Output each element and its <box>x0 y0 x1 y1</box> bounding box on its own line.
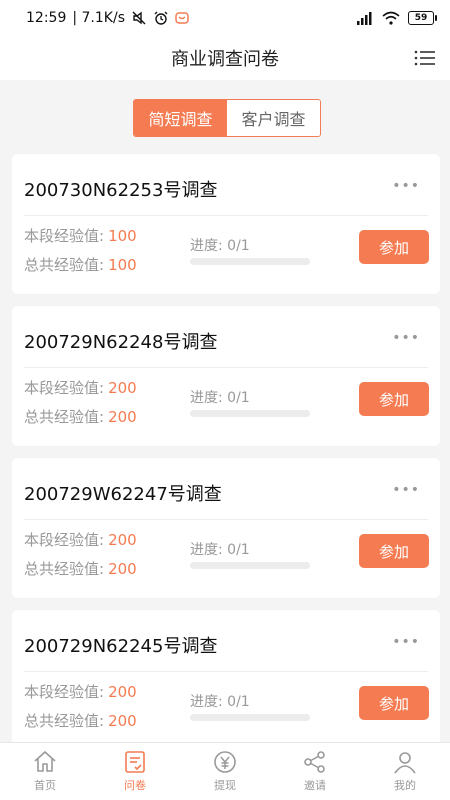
tabbar-label: 问卷 <box>124 779 146 792</box>
total-experience: 总共经验值: 100 <box>24 254 137 275</box>
tabbar-item-invite[interactable]: 邀请 <box>270 743 360 800</box>
join-button[interactable]: 参加 <box>359 382 429 416</box>
status-left: 12:59 | 7.1K/s <box>26 10 189 26</box>
app-notification-icon <box>175 12 189 24</box>
mute-icon <box>132 11 146 25</box>
list-menu-icon[interactable] <box>414 48 436 68</box>
segment-experience-value: 200 <box>108 531 137 549</box>
app-header: 商业调查问卷 <box>0 36 450 80</box>
tabbar-label: 首页 <box>34 779 56 792</box>
tab-customer-survey[interactable]: 客户调查 <box>227 100 320 136</box>
tabbar-label: 邀请 <box>304 779 326 792</box>
total-experience-label: 总共经验值: <box>24 560 105 578</box>
battery-indicator: 59 <box>408 11 437 25</box>
survey-card: 200729W62247号调查 ••• 本段经验值: 200 总共经验值: 200 … <box>12 458 440 598</box>
survey-card: 200729N62245号调查 ••• 本段经验值: 200 总共经验值: 200 … <box>12 610 440 750</box>
total-experience: 总共经验值: 200 <box>24 710 137 731</box>
total-experience-label: 总共经验值: <box>24 256 105 274</box>
signal-icon <box>357 12 372 25</box>
segment-experience: 本段经验值: 200 <box>24 377 137 398</box>
card-divider <box>24 215 428 216</box>
survey-card: 200730N62253号调查 ••• 本段经验值: 100 总共经验值: 100 … <box>12 154 440 294</box>
more-options-icon[interactable]: ••• <box>392 634 420 650</box>
progress-text: 进度: 0/1 <box>190 694 250 710</box>
tabbar-label: 提现 <box>214 779 236 792</box>
survey-icon <box>125 751 145 773</box>
tabbar-label: 我的 <box>394 779 416 792</box>
segment-experience: 本段经验值: 100 <box>24 225 137 246</box>
segment-experience-label: 本段经验值: <box>24 683 105 701</box>
total-experience-label: 总共经验值: <box>24 408 105 426</box>
segment-experience-value: 200 <box>108 683 137 701</box>
survey-title: 200729N62245号调查 <box>24 636 218 657</box>
user-icon <box>394 752 416 774</box>
more-options-icon[interactable]: ••• <box>392 482 420 498</box>
segment-experience: 本段经验值: 200 <box>24 681 137 702</box>
survey-type-tabs: 简短调查 客户调查 <box>133 99 321 137</box>
segment-experience-value: 200 <box>108 379 137 397</box>
progress-text: 进度: 0/1 <box>190 238 250 254</box>
more-options-icon[interactable]: ••• <box>392 330 420 346</box>
segment-experience-value: 100 <box>108 227 137 245</box>
total-experience-value: 200 <box>108 560 137 578</box>
survey-title: 200729W62247号调查 <box>24 484 222 505</box>
total-experience-value: 200 <box>108 712 137 730</box>
tabbar-item-mine[interactable]: 我的 <box>360 743 450 800</box>
segment-experience-label: 本段经验值: <box>24 227 105 245</box>
wifi-icon <box>382 11 400 25</box>
total-experience: 总共经验值: 200 <box>24 558 137 579</box>
card-divider <box>24 671 428 672</box>
segment-experience-label: 本段经验值: <box>24 531 105 549</box>
segment-experience: 本段经验值: 200 <box>24 529 137 550</box>
page-title: 商业调查问卷 <box>171 49 279 70</box>
survey-list: 200730N62253号调查 ••• 本段经验值: 100 总共经验值: 100 … <box>12 154 440 762</box>
progress-text: 进度: 0/1 <box>190 542 250 558</box>
status-network-speed: | 7.1K/s <box>72 10 125 26</box>
survey-card: 200729N62248号调查 ••• 本段经验值: 200 总共经验值: 200 … <box>12 306 440 446</box>
survey-title: 200730N62253号调查 <box>24 180 218 201</box>
alarm-icon <box>154 11 168 25</box>
progress-bar <box>190 258 310 265</box>
progress-text: 进度: 0/1 <box>190 390 250 406</box>
progress-bar <box>190 562 310 569</box>
card-divider <box>24 367 428 368</box>
home-icon <box>34 751 56 772</box>
status-time: 12:59 <box>26 10 67 26</box>
total-experience-value: 200 <box>108 408 137 426</box>
join-button[interactable]: 参加 <box>359 534 429 568</box>
tabbar-item-home[interactable]: 首页 <box>0 743 90 800</box>
progress-bar <box>190 714 310 721</box>
card-divider <box>24 519 428 520</box>
total-experience: 总共经验值: 200 <box>24 406 137 427</box>
segment-experience-label: 本段经验值: <box>24 379 105 397</box>
share-icon <box>304 751 325 773</box>
more-options-icon[interactable]: ••• <box>392 178 420 194</box>
total-experience-label: 总共经验值: <box>24 712 105 730</box>
yuan-icon <box>214 751 236 773</box>
status-bar: 12:59 | 7.1K/s 59 <box>0 0 450 36</box>
status-right: 59 <box>356 11 437 25</box>
join-button[interactable]: 参加 <box>359 686 429 720</box>
bottom-tab-bar: 首页 问卷 提现 邀请 我的 <box>0 742 450 800</box>
tab-short-survey[interactable]: 简短调查 <box>134 100 227 136</box>
tabbar-item-withdraw[interactable]: 提现 <box>180 743 270 800</box>
survey-title: 200729N62248号调查 <box>24 332 218 353</box>
tabbar-item-survey[interactable]: 问卷 <box>90 743 180 800</box>
progress-bar <box>190 410 310 417</box>
join-button[interactable]: 参加 <box>359 230 429 264</box>
total-experience-value: 100 <box>108 256 137 274</box>
